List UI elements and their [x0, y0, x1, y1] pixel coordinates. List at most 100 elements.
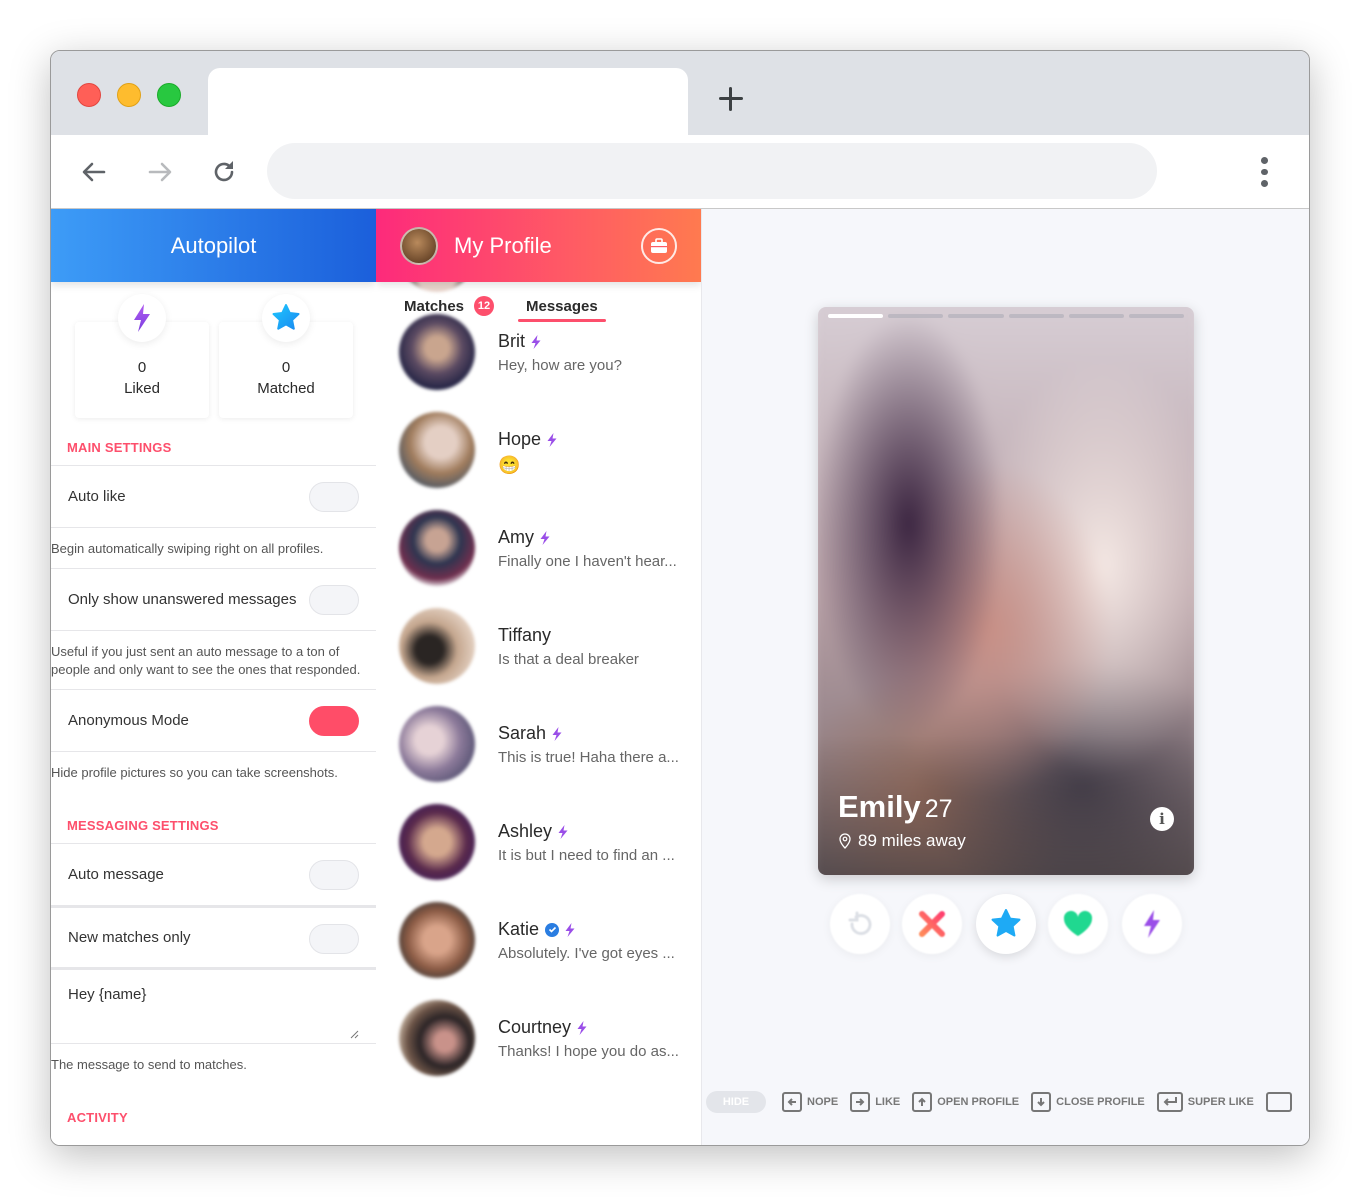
- message-item[interactable]: Courtney Thanks! I hope you do as...: [376, 993, 701, 1091]
- message-template-textarea[interactable]: Hey {name}: [51, 967, 376, 1043]
- reload-button[interactable]: [207, 155, 241, 189]
- photo-progress-segment[interactable]: [828, 314, 884, 318]
- message-item[interactable]: Ashley It is but I need to find an ...: [376, 797, 701, 895]
- message-item[interactable]: Tiffany Is that a deal breaker: [376, 601, 701, 699]
- bolt-icon: [547, 432, 557, 447]
- avatar: [399, 510, 475, 586]
- info-button[interactable]: i: [1150, 807, 1174, 831]
- boost-button[interactable]: [1122, 894, 1182, 954]
- message-preview: Finally one I haven't hear...: [498, 553, 677, 570]
- address-bar[interactable]: [267, 143, 1157, 199]
- auto-like-toggle[interactable]: [309, 482, 359, 512]
- card-age: 27: [924, 795, 953, 823]
- browser-tab[interactable]: [208, 68, 688, 136]
- auto-like-label: Auto like: [68, 488, 126, 505]
- browser-window: Autopilot 0 Liked 0 Matched MAIN SETTING…: [50, 50, 1310, 1146]
- match-name: Amy: [498, 527, 534, 547]
- unanswered-description: Useful if you just sent an auto message …: [51, 630, 376, 689]
- shortcut-open-profile: OPEN PROFILE: [912, 1092, 1019, 1112]
- message-item[interactable]: Hope 😁: [376, 405, 701, 503]
- briefcase-button[interactable]: [641, 228, 677, 264]
- tab-strip: [51, 51, 1309, 136]
- match-name: Tiffany: [498, 625, 552, 645]
- match-name: Sarah: [498, 723, 547, 743]
- profile-card[interactable]: Emily 27 89 miles away i: [818, 307, 1194, 875]
- enter-key-icon: [1156, 1092, 1183, 1112]
- avatar: [399, 804, 475, 880]
- bolt-icon: [552, 726, 562, 741]
- auto-like-description: Begin automatically swiping right on all…: [51, 527, 376, 568]
- browser-menu-button[interactable]: [1249, 157, 1279, 188]
- down-arrow-key-icon: [1031, 1092, 1052, 1112]
- avatar: [399, 314, 475, 390]
- hide-shortcuts-button[interactable]: HIDE: [706, 1091, 766, 1113]
- avatar: [399, 706, 475, 782]
- super-like-button[interactable]: [976, 894, 1036, 954]
- maximize-window-button[interactable]: [157, 83, 181, 107]
- my-avatar[interactable]: [400, 226, 438, 265]
- nope-button[interactable]: [902, 894, 962, 954]
- close-window-button[interactable]: [77, 83, 101, 107]
- message-template-description: The message to send to matches.: [51, 1043, 376, 1084]
- photo-progress-segment[interactable]: [1068, 314, 1124, 318]
- photo-progress-segment[interactable]: [888, 314, 944, 318]
- avatar: [399, 1000, 475, 1076]
- briefcase-icon: [651, 238, 667, 253]
- minimize-window-button[interactable]: [117, 83, 141, 107]
- arrow-right-icon: [148, 162, 172, 182]
- card-name-line: Emily 27: [838, 789, 953, 825]
- shortcut-super-like: SUPER LIKE: [1156, 1092, 1254, 1112]
- matched-label: Matched: [257, 380, 315, 397]
- action-bar: [830, 894, 1190, 956]
- avatar: [399, 902, 475, 978]
- forward-button[interactable]: [143, 155, 177, 189]
- autopilot-header[interactable]: Autopilot: [51, 209, 376, 282]
- verified-icon: [545, 922, 560, 937]
- auto-message-row: Auto message: [51, 843, 376, 905]
- avatar: [399, 412, 475, 488]
- message-preview: Absolutely. I've got eyes ...: [498, 945, 675, 962]
- new-tab-button[interactable]: [717, 85, 745, 113]
- matched-count: 0: [281, 359, 291, 376]
- heart-icon: [1063, 910, 1093, 936]
- photo-progress: [828, 314, 1185, 318]
- resize-grip-icon[interactable]: [349, 1029, 359, 1039]
- card-name: Emily: [838, 789, 921, 824]
- bolt-icon: [540, 530, 550, 545]
- match-name: Hope: [498, 429, 542, 449]
- bolt-icon: [565, 922, 575, 937]
- auto-like-row: Auto like: [51, 465, 376, 527]
- message-item[interactable]: Amy Finally one I haven't hear...: [376, 503, 701, 601]
- message-item[interactable]: Sarah This is true! Haha there a...: [376, 699, 701, 797]
- message-preview: This is true! Haha there a...: [498, 749, 679, 766]
- photo-progress-segment[interactable]: [1128, 314, 1185, 318]
- profile-header: My Profile: [376, 209, 701, 282]
- back-button[interactable]: [77, 155, 111, 189]
- match-name: Katie: [498, 919, 540, 939]
- photo-progress-segment[interactable]: [948, 314, 1004, 318]
- profile-title[interactable]: My Profile: [454, 233, 552, 259]
- card-distance-line: 89 miles away: [838, 831, 966, 851]
- star-icon: [262, 294, 310, 342]
- message-item[interactable]: Katie Absolutely. I've got eyes ...: [376, 895, 701, 993]
- anonymous-mode-label: Anonymous Mode: [68, 712, 189, 729]
- location-pin-icon: [839, 833, 851, 849]
- star-icon: [991, 909, 1021, 937]
- photo-progress-segment[interactable]: [1008, 314, 1064, 318]
- message-preview: It is but I need to find an ...: [498, 847, 675, 864]
- auto-message-toggle[interactable]: [309, 860, 359, 890]
- shortcut-like: LIKE: [850, 1092, 900, 1112]
- unanswered-toggle[interactable]: [309, 585, 359, 615]
- new-matches-only-toggle[interactable]: [309, 924, 359, 954]
- bolt-icon: [577, 1020, 587, 1035]
- rewind-button[interactable]: [830, 894, 890, 954]
- message-item[interactable]: Brit Hey, how are you?: [376, 307, 701, 405]
- avatar: [399, 608, 475, 684]
- like-button[interactable]: [1048, 894, 1108, 954]
- browser-toolbar: [51, 135, 1309, 209]
- message-list: Very authentic.. I mean I ... Brit Hey, …: [376, 216, 701, 1091]
- swipe-panel: Emily 27 89 miles away i HIDE NOPE LIKE …: [702, 209, 1309, 1145]
- matched-stat-card: 0 Matched: [219, 294, 353, 418]
- anonymous-mode-toggle[interactable]: [309, 706, 359, 736]
- left-arrow-key-icon: [782, 1092, 802, 1112]
